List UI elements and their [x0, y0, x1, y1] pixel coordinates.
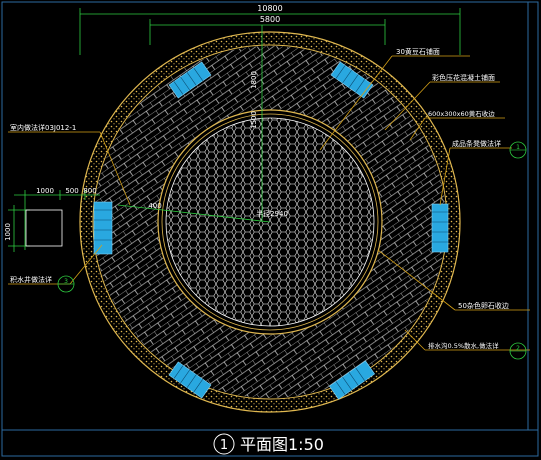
- dim-vertical-a: 1800: [250, 71, 258, 89]
- dim-radius: 400: [148, 202, 161, 210]
- title-text: 平面图1:50: [240, 435, 324, 454]
- dim-overall: 10800: [257, 4, 282, 13]
- title-number: 1: [220, 438, 228, 453]
- annotation-border-stone: 50杂色卵石收边: [458, 301, 509, 310]
- drain-sign: 2: [516, 345, 520, 352]
- annotation-slope: 室内做法详03J012-1: [10, 123, 76, 132]
- dim-left-gap: 500: [65, 187, 78, 195]
- dim-left-height: 1000: [4, 223, 12, 241]
- dim-center: 半径2940: [256, 209, 288, 218]
- pipe-sign: 3: [64, 278, 68, 285]
- bench-sign: 1: [516, 144, 520, 151]
- dim-left-block: 1000: [36, 187, 54, 195]
- annotation-concrete: 彩色压花混凝土铺面: [432, 73, 495, 82]
- dim-left-gap2: 800: [83, 187, 96, 195]
- annotation-granite: 30黄豆石铺面: [396, 47, 440, 56]
- annotation-pipe: 积水井做法详: [10, 275, 52, 284]
- dim-inner: 5800: [260, 15, 280, 24]
- annotation-bench: 成品条凳做法详: [452, 139, 501, 148]
- annotation-drain: 排水沟0.5%散水,做法详: [428, 341, 499, 350]
- bench-right: [431, 203, 449, 253]
- plan-drawing: 10800 5800 1000 500 800 1000 400 1800 15…: [0, 0, 541, 460]
- annotation-stone-edge: 600x300x60黄石收边: [428, 109, 495, 118]
- dim-vertical-b: 1500: [250, 111, 258, 129]
- bench-left: [93, 201, 113, 255]
